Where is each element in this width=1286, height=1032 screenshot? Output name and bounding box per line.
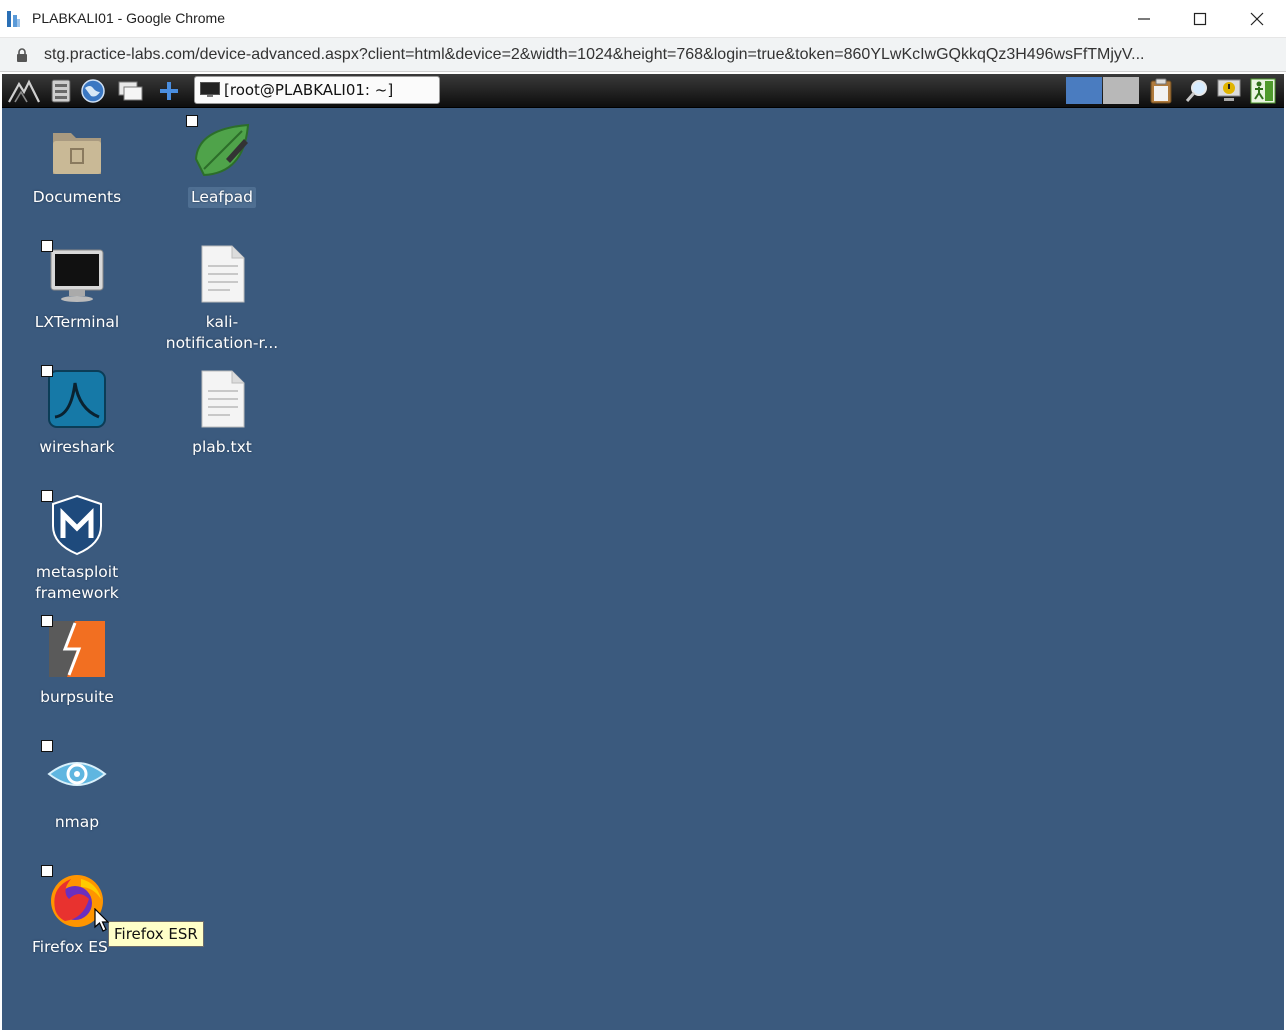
- practice-labs-icon: [7, 11, 20, 27]
- kali-menu-button[interactable]: [6, 76, 42, 105]
- mouse-cursor-icon: [94, 908, 110, 932]
- text-file-icon: [201, 370, 245, 428]
- metasploit-icon: [52, 494, 102, 556]
- logout-button[interactable]: [1248, 76, 1278, 105]
- desktop-icon-label: plab.txt: [192, 438, 252, 456]
- desktop-icon-label: Leafpad: [187, 187, 257, 208]
- task-button-terminal[interactable]: [root@PLABKALI01: ~]: [194, 76, 440, 104]
- clipboard-button[interactable]: [1146, 76, 1176, 105]
- desktop-icon-kali-notification[interactable]: kali-notification-r...: [157, 244, 287, 354]
- shortcut-arrow-icon: [186, 115, 198, 127]
- desktop-icon-nmap[interactable]: nmap: [12, 740, 142, 833]
- windows-icon: [118, 81, 143, 100]
- wireshark-icon: [48, 370, 106, 428]
- nmap-icon: [47, 762, 107, 786]
- remote-desktop[interactable]: [root@PLABKALI01: ~] Documents LXTermina…: [2, 74, 1284, 1030]
- terminal-icon: [50, 249, 104, 302]
- desktop-icon-label: Documents: [32, 188, 122, 206]
- clipboard-icon: [1150, 78, 1172, 103]
- desktop-icon-metasploit[interactable]: metasploit framework: [12, 490, 142, 604]
- show-desktop-button[interactable]: [116, 76, 146, 105]
- close-button[interactable]: [1229, 0, 1285, 38]
- desktop-icon-label: kali-notification-r...: [165, 313, 279, 352]
- lock-icon: [17, 48, 27, 62]
- search-button[interactable]: [1182, 76, 1212, 105]
- maximize-icon: [1193, 12, 1207, 26]
- minimize-button[interactable]: [1116, 0, 1172, 38]
- desktop-icon-plab-txt[interactable]: plab.txt: [157, 369, 287, 458]
- desktop-icon-label: burpsuite: [40, 688, 114, 706]
- maximize-button[interactable]: [1172, 0, 1228, 38]
- task-button-label: [root@PLABKALI01: ~]: [224, 81, 394, 99]
- exit-icon: [1250, 78, 1276, 103]
- minimize-icon: [1138, 18, 1150, 20]
- folder-icon: [53, 133, 101, 174]
- close-icon: [1250, 12, 1264, 26]
- desktop-icon-label: metasploit framework: [35, 563, 119, 602]
- desktop-icon-lxterminal[interactable]: LXTerminal: [12, 240, 142, 333]
- browser-launcher[interactable]: [78, 76, 108, 105]
- burpsuite-icon: [49, 621, 105, 677]
- workspace-2[interactable]: [1103, 77, 1139, 104]
- desktop-icon-leafpad[interactable]: Leafpad: [157, 115, 287, 208]
- search-icon: [1185, 79, 1207, 102]
- desktop-icon-label: wireshark: [39, 438, 115, 456]
- file-manager-launcher[interactable]: [46, 76, 76, 105]
- shortcut-arrow-icon: [41, 240, 53, 252]
- globe-icon: [81, 78, 105, 103]
- file-manager-icon: [51, 79, 71, 102]
- desktop-icon-wireshark[interactable]: wireshark: [12, 365, 142, 458]
- terminal-small-icon: [200, 82, 220, 97]
- system-monitor-button[interactable]: [1214, 76, 1244, 105]
- shortcut-arrow-icon: [41, 365, 53, 377]
- desktop-icon-label: LXTerminal: [34, 313, 120, 331]
- address-bar[interactable]: stg.practice-labs.com/device-advanced.as…: [0, 38, 1286, 72]
- kali-dragon-icon: [8, 79, 40, 103]
- desktop-icon-burpsuite[interactable]: burpsuite: [12, 615, 142, 708]
- leafpad-icon: [194, 123, 250, 177]
- window-title: PLABKALI01 - Google Chrome: [32, 10, 225, 26]
- monitor-alert-icon: [1217, 79, 1241, 101]
- shortcut-arrow-icon: [41, 865, 53, 877]
- plus-icon: [160, 81, 178, 100]
- desktop-icon-label: nmap: [54, 813, 100, 831]
- browser-title-bar: PLABKALI01 - Google Chrome: [0, 0, 1286, 38]
- firefox-tooltip: Firefox ESR: [108, 921, 204, 947]
- shortcut-arrow-icon: [41, 615, 53, 627]
- shortcut-arrow-icon: [41, 740, 53, 752]
- shortcut-arrow-icon: [41, 490, 53, 502]
- url-text[interactable]: stg.practice-labs.com/device-advanced.as…: [44, 46, 1269, 64]
- lxde-panel: [root@PLABKALI01: ~]: [2, 74, 1284, 108]
- text-file-icon: [201, 245, 245, 303]
- workspace-1[interactable]: [1066, 77, 1102, 104]
- add-launcher-button[interactable]: [154, 76, 184, 105]
- desktop-icon-documents[interactable]: Documents: [12, 119, 142, 208]
